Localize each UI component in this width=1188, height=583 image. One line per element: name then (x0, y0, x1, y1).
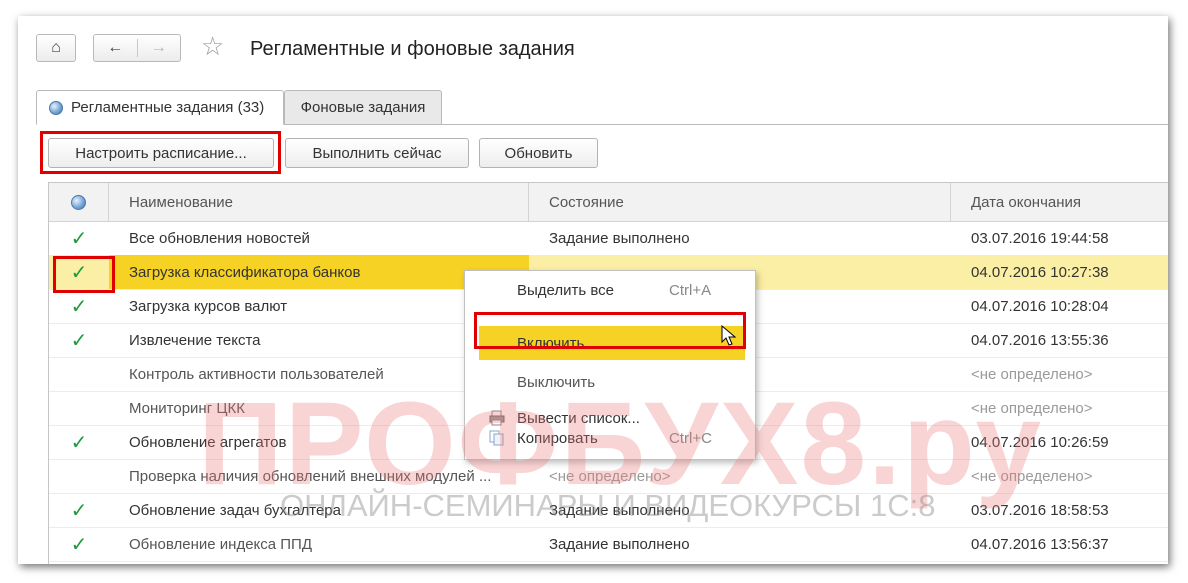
status-column-header[interactable] (49, 183, 109, 221)
table-row[interactable]: ✓ Обновление индекса ППД Задание выполне… (49, 527, 1168, 562)
table-header: Наименование Состояние Дата окончания (49, 183, 1168, 222)
menu-item-copy[interactable]: Копировать Ctrl+C (465, 421, 755, 455)
job-end-date: 04.07.2016 10:26:59 (971, 433, 1109, 451)
mouse-cursor-icon (721, 325, 737, 346)
job-state: <не определено> (549, 467, 671, 485)
check-icon: ✓ (70, 329, 88, 352)
table-row[interactable]: Проверка наличия обновлений внешних моду… (49, 459, 1168, 494)
menu-item-shortcut: Ctrl+A (669, 281, 712, 299)
menu-separator (479, 314, 745, 315)
tab-label: Регламентные задания (33) (71, 99, 265, 116)
job-end-date: <не определено> (971, 467, 1093, 485)
job-state: Задание выполнено (549, 501, 690, 519)
job-end-date: 04.07.2016 10:27:38 (971, 263, 1109, 281)
menu-item-label: Выключить (517, 373, 596, 391)
job-name: Обновление индекса ППД (129, 535, 312, 553)
page-title: Регламентные и фоновые задания (250, 38, 575, 60)
check-icon (49, 391, 109, 425)
menu-item-shortcut: Ctrl+C (669, 429, 712, 447)
check-icon: ✓ (70, 261, 88, 284)
tab-label: Фоновые задания (300, 99, 426, 116)
menu-item-select-all[interactable]: Выделить все Ctrl+A (465, 273, 755, 307)
home-icon: ⌂ (51, 39, 61, 56)
check-icon: ✓ (70, 295, 88, 318)
table-row[interactable]: ✓ Обновление задач бухгалтера Задание вы… (49, 493, 1168, 528)
check-icon: ✓ (70, 227, 88, 250)
table-row[interactable]: ✓ Все обновления новостей Задание выполн… (49, 221, 1168, 256)
back-button[interactable]: ← (94, 39, 137, 57)
job-name: Все обновления новостей (129, 229, 310, 247)
menu-item-enable[interactable]: Включить (479, 326, 745, 360)
tab-scheduled-jobs[interactable]: Регламентные задания (33) (36, 90, 284, 125)
job-name: Обновление задач бухгалтера (129, 501, 341, 519)
job-end-date: 03.07.2016 18:58:53 (971, 501, 1109, 519)
back-arrow-icon: ← (107, 39, 124, 56)
clock-globe-icon (49, 100, 63, 115)
forward-arrow-icon: → (150, 39, 167, 56)
configure-schedule-button[interactable]: Настроить расписание... (48, 138, 274, 168)
state-column-header[interactable]: Состояние (529, 183, 951, 221)
check-icon (49, 357, 109, 391)
job-name: Проверка наличия обновлений внешних моду… (129, 467, 492, 485)
job-state: Задание выполнено (549, 229, 690, 247)
check-icon: ✓ (70, 533, 88, 556)
run-now-button[interactable]: Выполнить сейчас (285, 138, 469, 168)
job-end-date: 04.07.2016 13:56:37 (971, 535, 1109, 553)
favorite-star-icon[interactable]: ☆ (201, 31, 224, 62)
app-window: ⌂ ← → ☆ Регламентные и фоновые задания Р… (18, 16, 1168, 564)
navigation-buttons: ← → (93, 34, 181, 62)
context-menu: Выделить все Ctrl+A Включить Выключить В… (464, 270, 756, 460)
check-icon (49, 459, 109, 493)
check-icon: ✓ (70, 431, 88, 454)
home-button[interactable]: ⌂ (36, 34, 76, 62)
menu-item-label: Включить (517, 334, 585, 352)
menu-item-label: Выделить все (517, 281, 615, 299)
refresh-button[interactable]: Обновить (479, 138, 598, 168)
copy-icon (489, 430, 504, 446)
name-column-header[interactable]: Наименование (109, 183, 529, 221)
end-date-column-header[interactable]: Дата окончания (951, 183, 1168, 221)
job-end-date: 04.07.2016 10:28:04 (971, 297, 1109, 315)
clock-globe-icon (71, 194, 86, 210)
tab-background-jobs[interactable]: Фоновые задания (284, 90, 442, 125)
job-state: Задание выполнено (549, 535, 690, 553)
menu-item-label: Копировать (517, 429, 598, 447)
job-end-date: 03.07.2016 19:44:58 (971, 229, 1109, 247)
job-end-date: <не определено> (971, 365, 1093, 383)
menu-item-disable[interactable]: Выключить (465, 365, 755, 399)
check-icon: ✓ (70, 499, 88, 522)
job-end-date: 04.07.2016 13:55:36 (971, 331, 1109, 349)
forward-button[interactable]: → (138, 39, 181, 57)
job-end-date: <не определено> (971, 399, 1093, 417)
